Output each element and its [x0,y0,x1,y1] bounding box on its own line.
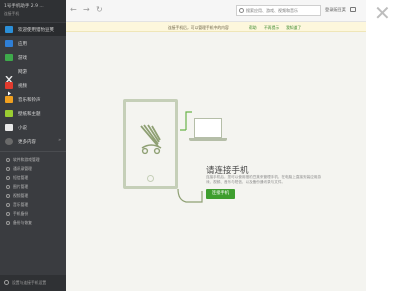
sidebar-header: 1号手机助手 2.9 ... 连接手机 [0,0,66,22]
overlay-panel: ✕ [366,0,400,291]
sidebar-item-label: 游戏 [18,55,27,61]
connect-phone-button[interactable]: 连接手机 [206,189,235,199]
sidebar-item-label: 欢迎使用猎豹豆荚 [18,27,54,33]
sidebar-tool-backup[interactable]: 手机备份 [0,209,66,217]
sidebar-tool-label: 备份与恢复 [13,219,32,225]
video-manager-icon [6,193,10,198]
apps-icon [5,40,13,47]
sidebar-tool-label: 通讯录管理 [13,165,32,171]
sidebar-item-label: 壁纸和主题 [18,111,41,117]
sidebar-item-label: 应用 [18,41,27,47]
device-status[interactable]: 连接手机 [4,11,19,17]
sidebar-item-wallpaper[interactable]: 壁纸和主题 [0,107,66,120]
sidebar-tool-photos[interactable]: 图片管理 [0,182,66,190]
sidebar-item-welcome[interactable]: 欢迎使用猎豹豆荚 [0,23,66,36]
sidebar-tool-label: 视频管理 [13,192,29,198]
home-icon [5,26,13,33]
sidebar-footer[interactable]: 设置与连接手机设置 [0,275,66,291]
sidebar-tool-contacts[interactable]: 通讯录管理 [0,164,66,172]
sidebar-item-label: 小说 [18,125,27,131]
contacts-icon [6,166,10,171]
sidebar-item-online-games[interactable]: 网游 [0,65,66,84]
sidebar-tool-label: 音乐管理 [13,201,29,207]
sidebar-tool-restore[interactable]: 备份与恢复 [0,218,66,226]
restore-icon [6,220,10,225]
sidebar-tool-label: 手机备份 [13,210,29,216]
video-icon [5,82,13,96]
sidebar-divider [0,151,66,152]
sidebar-item-label: 网游 [18,69,27,75]
connect-description: 连接手机后，您可以使用猎豹豆荚来管理手机，在电脑上直接安装应用游戏、视频、音乐与… [206,175,321,185]
swords-icon [5,68,13,84]
sidebar-item-novels[interactable]: 小说 [0,121,66,134]
sms-icon [6,175,10,180]
app-window: 1号手机助手 2.9 ... 连接手机 欢迎使用猎豹豆荚 应用 游戏 网游 视频 [0,0,400,291]
sidebar-item-label: 更多内容 [18,139,36,145]
sidebar-item-label: 音乐和铃声 [18,97,41,103]
sidebar-tool-app-manager[interactable]: 软件和游戏管理 [0,155,66,163]
sidebar-item-video[interactable]: 视频 [0,79,66,96]
wallpaper-icon [5,110,13,117]
sidebar-tool-videos[interactable]: 视频管理 [0,191,66,199]
sidebar-tool-label: 软件和游戏管理 [13,156,40,162]
sidebar-tool-label: 图片管理 [13,183,29,189]
sidebar-tool-sms[interactable]: 短信管理 [0,173,66,181]
sidebar-item-music[interactable]: 音乐和铃声 [0,93,66,106]
chevron-right-icon: » [58,138,61,143]
sidebar-item-label: 视频 [18,83,27,89]
settings-label: 设置与连接手机设置 [12,280,47,285]
music-manager-icon [6,202,10,207]
backup-icon [6,211,10,216]
more-icon [5,138,13,145]
main-content: ← → ↻ 登录豌豆荚 连接手机后，可以管理手机中的内容 帮助 不再提示 我知道… [66,0,366,291]
close-icon[interactable]: ✕ [374,3,391,23]
gamepad-icon [5,54,13,61]
app-title: 1号手机助手 2.9 ... [4,4,44,9]
music-icon [5,96,13,103]
photo-icon [6,184,10,189]
book-icon [5,124,13,131]
usb-cable-illustration [177,111,203,203]
app-manager-icon [6,157,10,162]
sidebar-item-games[interactable]: 游戏 [0,51,66,64]
sidebar-tool-music[interactable]: 音乐管理 [0,200,66,208]
sidebar-tool-label: 短信管理 [13,174,29,180]
sidebar-item-more[interactable]: 更多内容 » [0,135,66,148]
sidebar: 1号手机助手 2.9 ... 连接手机 欢迎使用猎豹豆荚 应用 游戏 网游 视频 [0,0,66,291]
gear-icon [4,280,9,285]
sidebar-item-apps[interactable]: 应用 [0,37,66,50]
